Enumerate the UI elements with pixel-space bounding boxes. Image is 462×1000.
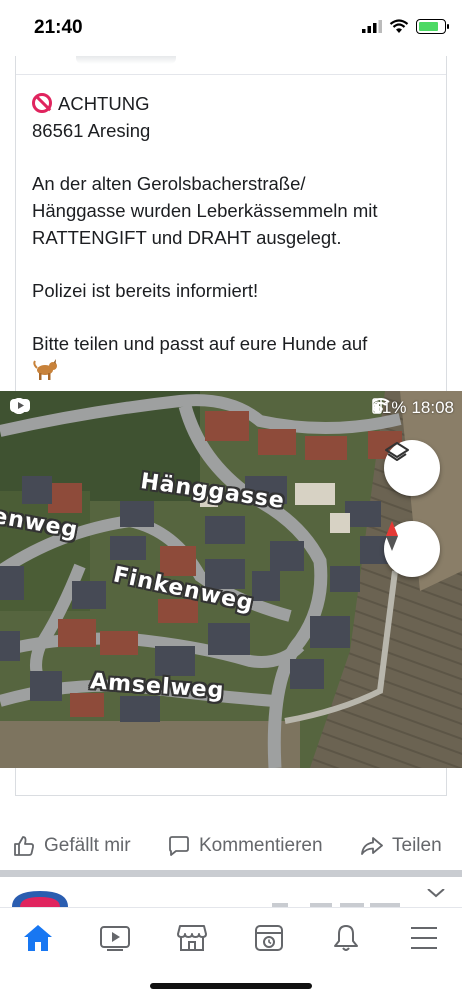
map-battery-icon — [372, 398, 383, 414]
tab-notifications[interactable] — [326, 918, 366, 958]
post-body-line-3: RATTENGIFT und DRAHT ausgelegt. — [32, 227, 342, 248]
post-body-line-1: An der alten Gerolsbacherstraße/ — [32, 173, 306, 194]
share-button[interactable]: Teilen — [360, 824, 442, 868]
tab-home[interactable] — [18, 918, 58, 958]
post-location: 86561 Aresing — [32, 120, 151, 141]
dog-icon — [32, 359, 58, 381]
wifi-icon — [389, 19, 409, 33]
status-time: 21:40 — [34, 17, 83, 38]
battery-icon — [416, 19, 449, 34]
like-label: Gefällt mir — [44, 835, 131, 856]
post-action-bar: Gefällt mir Kommentieren Teilen — [0, 824, 462, 868]
tab-watch[interactable] — [95, 918, 135, 958]
watch-icon — [100, 926, 130, 951]
map-layers-button[interactable] — [384, 440, 440, 496]
memories-icon — [255, 925, 283, 951]
tab-menu[interactable] — [404, 918, 444, 958]
map-status-right: 61% 18:08 — [372, 397, 454, 419]
cellular-signal-icon — [362, 20, 382, 33]
status-icons — [362, 19, 449, 34]
ios-status-bar: 21:40 — [0, 0, 462, 56]
compass-icon — [386, 521, 398, 551]
youtube-icon — [10, 399, 30, 412]
post-text: ACHTUNG 86561 Aresing An der alten Gerol… — [32, 90, 442, 388]
next-post-peek — [0, 877, 462, 907]
feed-divider — [0, 870, 462, 877]
thumbs-up-icon — [14, 836, 34, 856]
post-headline: ACHTUNG — [58, 93, 150, 114]
map-clock: 18:08 — [411, 398, 454, 417]
previous-header-remnant — [76, 56, 176, 64]
tab-memories[interactable] — [249, 918, 289, 958]
post-headline-line: ACHTUNG — [32, 90, 442, 117]
post-image-map[interactable]: f 61% 18:08 Hänggasse enweg Finkenweg Am… — [0, 391, 462, 768]
share-label: Teilen — [392, 835, 442, 856]
comment-button[interactable]: Kommentieren — [167, 824, 323, 868]
no-entry-icon — [32, 93, 52, 113]
post-police-note: Polizei ist bereits informiert! — [32, 280, 259, 301]
next-post-partial — [12, 891, 400, 907]
post-body-line-2: Hänggasse wurden Leberkässemmeln mit — [32, 200, 378, 221]
close-icon[interactable] — [426, 889, 446, 905]
home-indicator[interactable] — [150, 983, 312, 989]
map-compass-button[interactable] — [384, 521, 440, 577]
card-separator — [16, 74, 446, 75]
menu-icon — [411, 927, 437, 949]
notifications-icon — [334, 925, 358, 951]
like-button[interactable]: Gefällt mir — [12, 824, 131, 868]
home-icon — [24, 925, 52, 951]
marketplace-icon — [177, 925, 207, 951]
layers-icon — [385, 442, 409, 461]
tab-marketplace[interactable] — [172, 918, 212, 958]
bottom-tab-bar — [0, 907, 462, 967]
post-share-note: Bitte teilen und passt auf eure Hunde au… — [32, 333, 368, 354]
comment-label: Kommentieren — [199, 835, 323, 856]
comment-icon — [169, 836, 189, 856]
share-icon — [361, 837, 383, 855]
